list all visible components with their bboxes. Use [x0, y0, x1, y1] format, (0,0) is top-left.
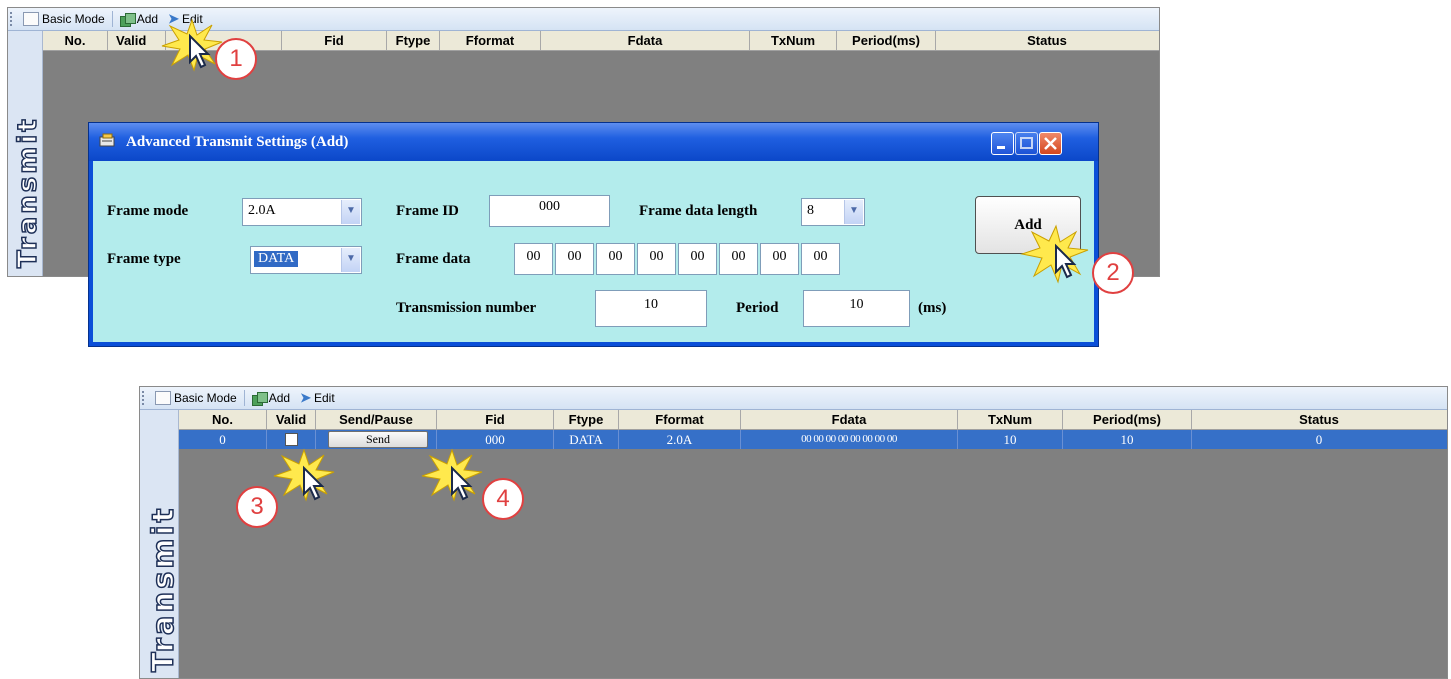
basic-mode-button[interactable]: Basic Mode: [18, 12, 110, 26]
frame-type-select[interactable]: DATA ▼: [250, 246, 362, 274]
header-fid: Fid: [282, 31, 387, 50]
header-period: Period(ms): [1063, 410, 1192, 429]
toolbar: Basic Mode Add ➤ Edit: [140, 387, 1447, 410]
toolbar-grip[interactable]: [142, 391, 150, 405]
toolbar-separator: [111, 11, 113, 27]
chevron-down-icon[interactable]: ▼: [844, 200, 863, 224]
transmission-number-label: Transmission number: [396, 300, 537, 316]
header-send-pause: Send/Pause: [316, 410, 437, 429]
cell-ftype: DATA: [554, 430, 619, 449]
period-unit-label: (ms): [918, 300, 947, 316]
minimize-button[interactable]: [991, 132, 1014, 155]
valid-checkbox[interactable]: [285, 433, 298, 446]
frame-mode-label: Frame mode: [107, 203, 189, 219]
click-burst-2: [1020, 224, 1089, 284]
frame-data-byte-5[interactable]: 00: [678, 243, 717, 275]
header-ftype: Ftype: [387, 31, 440, 50]
chevron-down-icon[interactable]: ▼: [341, 248, 360, 272]
transmit-side-label: Transmit: [12, 116, 43, 269]
frame-data-byte-7[interactable]: 00: [760, 243, 799, 275]
add-button[interactable]: Add: [247, 391, 295, 406]
send-button[interactable]: Send: [328, 431, 428, 448]
advanced-transmit-settings-dialog: Advanced Transmit Settings (Add): [88, 122, 1099, 347]
header-valid: Valid: [267, 410, 316, 429]
close-icon: [1044, 137, 1057, 150]
dialog-title: Advanced Transmit Settings (Add): [126, 134, 349, 150]
transmit-panel-bottom: Basic Mode Add ➤ Edit Transmit No. Valid…: [139, 386, 1448, 679]
toolbar-grip[interactable]: [10, 12, 18, 26]
frame-mode-select[interactable]: 2.0A ▼: [242, 198, 362, 226]
cell-fdata: 00 00 00 00 00 00 00 00: [741, 430, 958, 449]
cell-valid: [267, 430, 316, 449]
maximize-icon: [1020, 137, 1033, 149]
basic-mode-icon: [155, 391, 171, 405]
frame-data-byte-1[interactable]: 00: [514, 243, 553, 275]
frame-data-label: Frame data: [396, 251, 471, 267]
click-burst-1: [161, 18, 223, 72]
header-ftype: Ftype: [554, 410, 619, 429]
cell-send-pause: Send: [316, 430, 437, 449]
callout-1: 1: [215, 38, 257, 80]
basic-mode-icon: [23, 12, 39, 26]
cell-period: 10: [1063, 430, 1192, 449]
header-status: Status: [1299, 412, 1339, 427]
add-button[interactable]: Add: [115, 12, 163, 27]
cell-fid: 000: [437, 430, 554, 449]
frame-data-byte-4[interactable]: 00: [637, 243, 676, 275]
basic-mode-button[interactable]: Basic Mode: [150, 391, 242, 405]
callout-4: 4: [482, 478, 524, 520]
add-icon: [119, 12, 136, 27]
frame-id-label: Frame ID: [396, 203, 459, 219]
header-no: No.: [43, 31, 108, 50]
header-fformat: Fformat: [619, 410, 741, 429]
edit-button[interactable]: ➤ Edit: [295, 390, 340, 406]
header-txnum: TxNum: [958, 410, 1063, 429]
chevron-down-icon[interactable]: ▼: [341, 200, 360, 224]
click-burst-3: [273, 448, 335, 502]
header-period: Period(ms): [837, 31, 936, 50]
edit-icon: ➤: [300, 390, 311, 405]
frame-id-input[interactable]: 000: [489, 195, 610, 227]
add-icon: [251, 391, 268, 406]
dialog-app-icon: [99, 133, 115, 147]
header-txnum: TxNum: [750, 31, 837, 50]
transmit-side-tab[interactable]: Transmit: [8, 31, 43, 276]
header-no: No.: [179, 410, 267, 429]
callout-3: 3: [236, 486, 278, 528]
callout-2: 2: [1092, 252, 1134, 294]
frame-type-label: Frame type: [107, 251, 181, 267]
cell-status: 0: [1315, 432, 1323, 447]
cell-no: 0: [179, 430, 267, 449]
header-fformat: Fformat: [440, 31, 541, 50]
toolbar-separator: [243, 390, 245, 406]
frame-data-byte-2[interactable]: 00: [555, 243, 594, 275]
header-valid: Valid: [108, 31, 166, 50]
header-status: Status: [1027, 33, 1067, 48]
transmit-grid[interactable]: No. Valid Send/Pause Fid Ftype Fformat F…: [179, 410, 1447, 678]
minimize-icon: [997, 146, 1005, 149]
frame-data-byte-6[interactable]: 00: [719, 243, 758, 275]
transmit-side-label: Transmit: [145, 505, 179, 673]
period-label: Period: [736, 300, 779, 316]
grid-header: No. Valid Send/Pause Fid Ftype Fformat F…: [179, 410, 1447, 430]
cell-txnum: 10: [958, 430, 1063, 449]
table-row[interactable]: 0 Send 000 DATA 2.0A 00 00 00 00 00 00 0…: [179, 430, 1447, 449]
frame-data-length-select[interactable]: 8 ▼: [801, 198, 865, 226]
transmission-number-input[interactable]: 10: [595, 290, 707, 327]
header-fid: Fid: [437, 410, 554, 429]
frame-data-length-label: Frame data length: [639, 203, 758, 219]
header-fdata: Fdata: [541, 31, 750, 50]
dialog-titlebar[interactable]: Advanced Transmit Settings (Add): [89, 123, 1098, 161]
transmit-side-tab[interactable]: Transmit: [140, 410, 179, 678]
frame-data-byte-8[interactable]: 00: [801, 243, 840, 275]
period-input[interactable]: 10: [803, 290, 910, 327]
cell-fformat: 2.0A: [619, 430, 741, 449]
close-button[interactable]: [1039, 132, 1062, 155]
click-burst-4: [421, 448, 483, 502]
header-fdata: Fdata: [741, 410, 958, 429]
frame-data-byte-3[interactable]: 00: [596, 243, 635, 275]
maximize-button[interactable]: [1015, 132, 1038, 155]
